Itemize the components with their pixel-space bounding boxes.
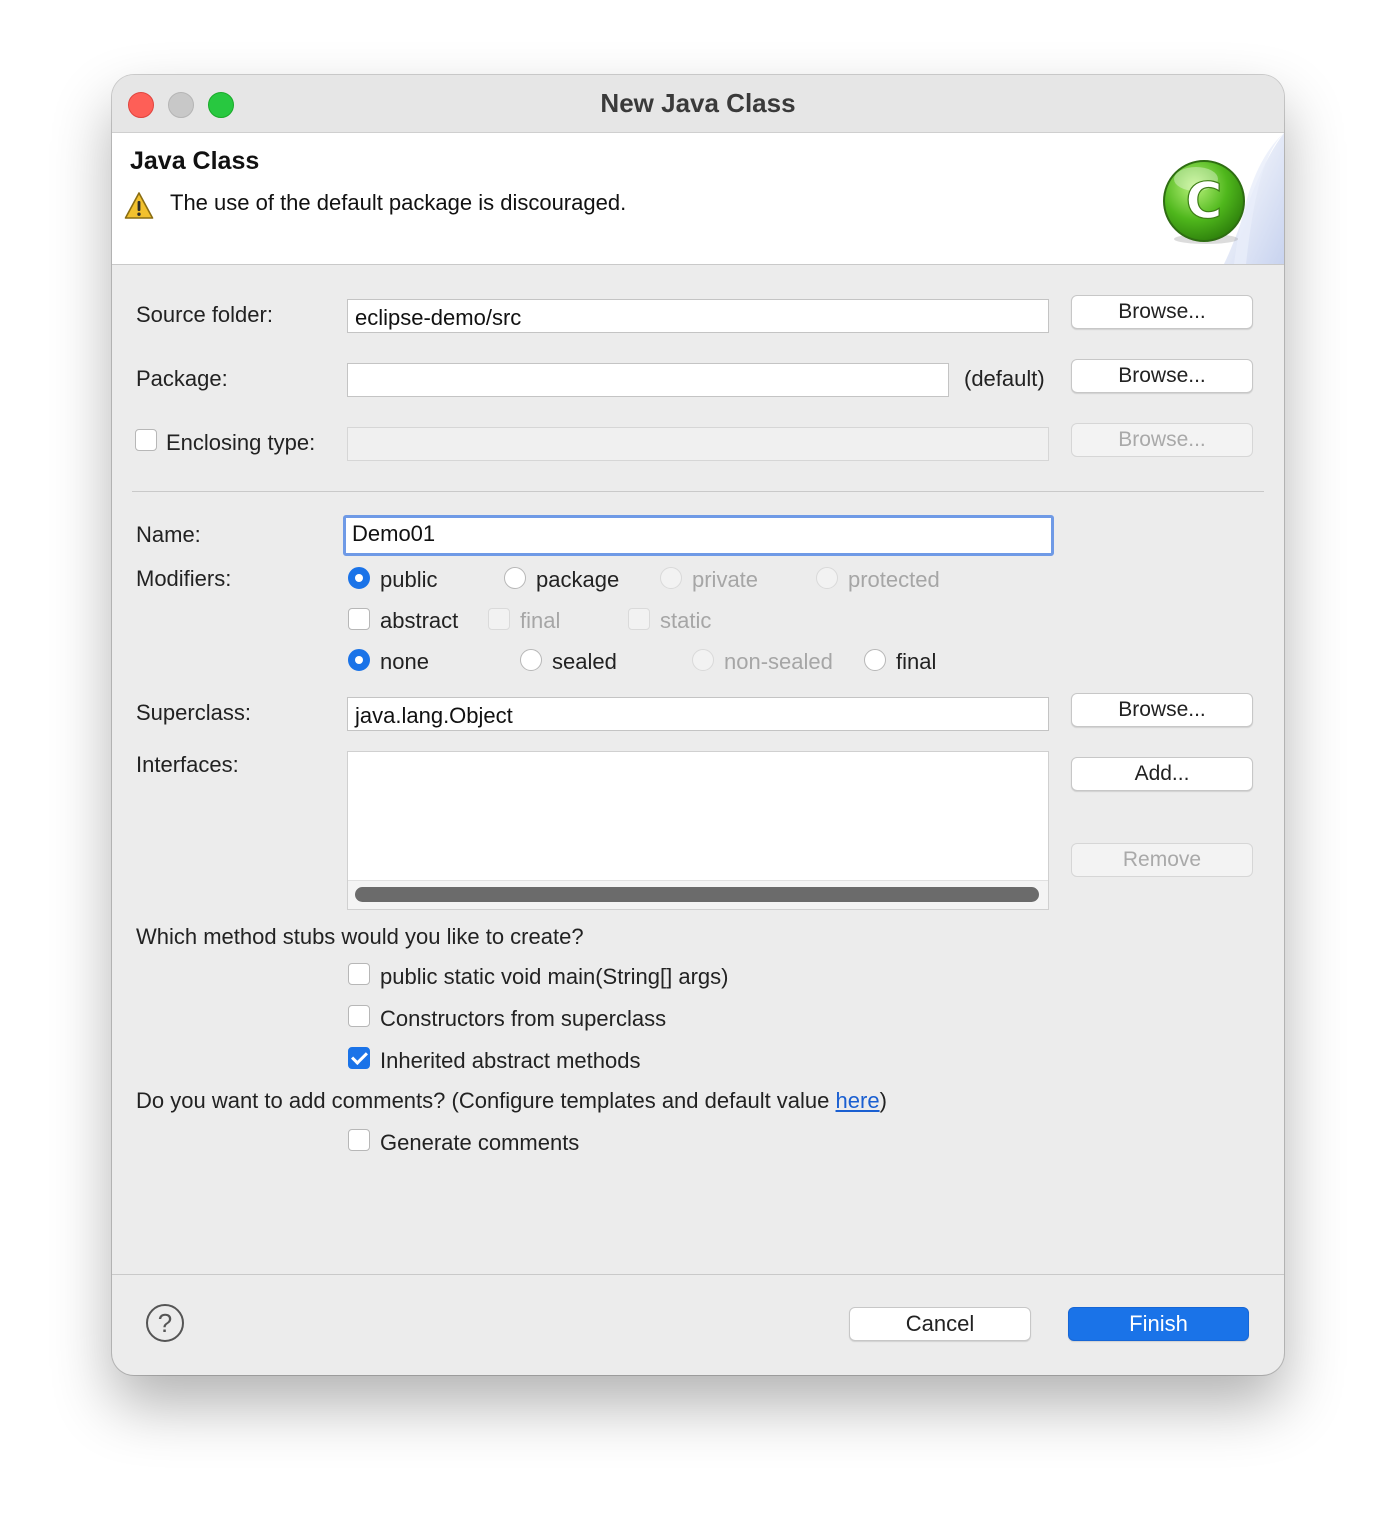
name-label: Name: <box>136 522 201 547</box>
modifier-static-label: static <box>660 608 712 633</box>
modifier-public-label: public <box>380 567 438 592</box>
stub-constructors-label: Constructors from superclass <box>380 1006 667 1031</box>
enclosing-type-label: Enclosing type: <box>166 430 316 455</box>
finish-button[interactable]: Finish <box>1068 1307 1249 1341</box>
modifier-abstract-label: abstract <box>380 608 459 633</box>
superclass-browse-button[interactable]: Browse... <box>1071 693 1253 727</box>
sealing-final-label: final <box>896 649 937 674</box>
stub-main-label: public static void main(String[] args) <box>380 964 729 989</box>
package-label: Package: <box>136 366 228 391</box>
modifier-protected-label: protected <box>848 567 940 592</box>
source-folder-label: Source folder: <box>136 302 273 327</box>
stub-inherited-abstract-checkbox[interactable] <box>348 1047 370 1069</box>
comments-question: Do you want to add comments? (Configure … <box>136 1088 887 1114</box>
window-title: New Java Class <box>600 88 796 118</box>
stub-constructors-checkbox[interactable] <box>348 1005 370 1027</box>
method-stubs-question: Which method stubs would you like to cre… <box>136 924 584 949</box>
cancel-button[interactable]: Cancel <box>849 1307 1031 1341</box>
enclosing-type-checkbox[interactable] <box>135 429 157 451</box>
scrollbar-thumb[interactable] <box>355 887 1039 902</box>
sealing-none-label: none <box>380 649 429 674</box>
sealing-sealed-label: sealed <box>552 649 617 674</box>
generate-comments-checkbox[interactable] <box>348 1129 370 1151</box>
generate-comments-label: Generate comments <box>380 1130 580 1155</box>
interfaces-horizontal-scrollbar[interactable] <box>348 880 1048 909</box>
modifier-private-radio <box>660 567 682 589</box>
wizard-banner: Java Class The use of the default packag… <box>112 133 1284 265</box>
comments-question-text: Do you want to add comments? (Configure … <box>136 1088 836 1113</box>
sealing-non-sealed-label: non-sealed <box>724 649 833 674</box>
help-icon[interactable]: ? <box>146 1304 184 1342</box>
modifier-protected-radio <box>816 567 838 589</box>
sealing-none-radio[interactable] <box>348 649 370 671</box>
package-default-hint: (default) <box>964 366 1045 391</box>
source-folder-browse-button[interactable]: Browse... <box>1071 295 1253 329</box>
enclosing-type-browse-button: Browse... <box>1071 423 1253 457</box>
interfaces-remove-button: Remove <box>1071 843 1253 877</box>
package-browse-button[interactable]: Browse... <box>1071 359 1253 393</box>
stub-main-checkbox[interactable] <box>348 963 370 985</box>
warning-icon <box>124 192 154 219</box>
superclass-field[interactable]: java.lang.Object <box>347 697 1049 731</box>
superclass-label: Superclass: <box>136 700 251 725</box>
modifiers-label: Modifiers: <box>136 566 232 591</box>
package-field[interactable] <box>347 363 949 397</box>
banner-title: Java Class <box>130 147 260 175</box>
interfaces-add-button[interactable]: Add... <box>1071 757 1253 791</box>
sealing-non-sealed-radio <box>692 649 714 671</box>
new-java-class-dialog: New Java Class Java Class The use of the… <box>112 75 1284 1375</box>
sealing-final-radio[interactable] <box>864 649 886 671</box>
modifier-final-checkbox <box>488 608 510 630</box>
banner-message: The use of the default package is discou… <box>170 190 627 215</box>
sealing-sealed-radio[interactable] <box>520 649 542 671</box>
modifier-public-radio[interactable] <box>348 567 370 589</box>
title-bar[interactable]: New Java Class <box>112 75 1284 133</box>
modifier-abstract-checkbox[interactable] <box>348 608 370 630</box>
footer-separator <box>112 1274 1284 1275</box>
interfaces-label: Interfaces: <box>136 752 239 777</box>
modifier-private-label: private <box>692 567 759 592</box>
class-name-field[interactable]: Demo01 <box>343 515 1054 556</box>
java-class-wizard-icon: C <box>1163 133 1284 264</box>
modifier-package-label: package <box>536 567 620 592</box>
enclosing-type-field <box>347 427 1049 461</box>
wizard-icon-letter: C <box>1186 172 1223 230</box>
modifier-final-label: final <box>520 608 561 633</box>
section-separator <box>132 491 1264 492</box>
configure-templates-link[interactable]: here <box>836 1088 880 1113</box>
modifier-static-checkbox <box>628 608 650 630</box>
interfaces-list[interactable] <box>347 751 1049 910</box>
modifier-package-radio[interactable] <box>504 567 526 589</box>
source-folder-field[interactable]: eclipse-demo/src <box>347 299 1049 333</box>
stub-inherited-abstract-label: Inherited abstract methods <box>380 1048 641 1073</box>
comments-question-suffix: ) <box>879 1088 887 1113</box>
